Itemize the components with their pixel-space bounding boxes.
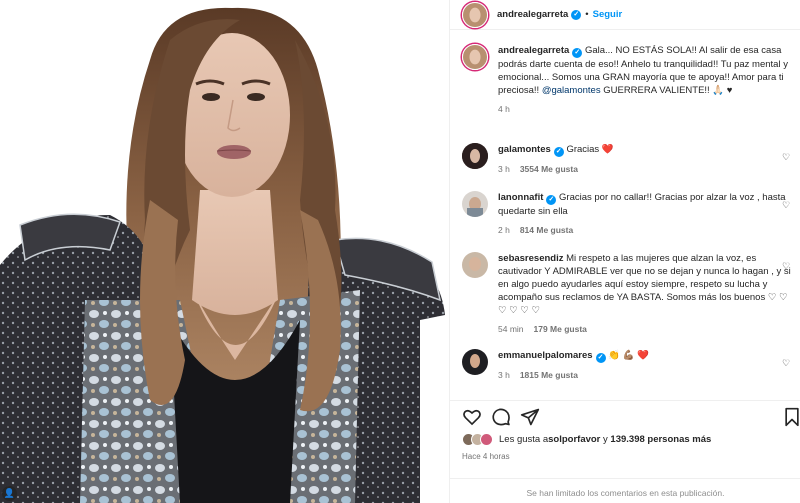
comment-username[interactable]: galamontes	[498, 144, 551, 155]
comment-item: lanonnafit ✓ Gracias por no callar!! Grac…	[462, 191, 792, 237]
post-time[interactable]: Hace 4 horas	[462, 452, 510, 461]
comment-avatar[interactable]	[462, 191, 488, 217]
caption-mention[interactable]: @galamontes	[542, 85, 601, 96]
comment-username[interactable]: lanonnafit	[498, 192, 543, 203]
like-comment-heart-icon[interactable]: ♡	[782, 200, 792, 210]
post-image[interactable]: 👤	[0, 0, 449, 503]
share-icon[interactable]	[520, 407, 540, 427]
comment-icon[interactable]	[491, 407, 511, 427]
user-tag-icon[interactable]: 👤	[2, 486, 17, 501]
caption-text-post: GUERRERA VALIENTE!! 🙏🏻 ♥	[600, 85, 733, 96]
comments-limited-notice: Se han limitado los comentarios en esta …	[450, 478, 800, 503]
like-comment-heart-icon[interactable]: ♡	[782, 152, 792, 162]
comment-time[interactable]: 2 h	[498, 225, 510, 235]
caption-time[interactable]: 4 h	[498, 104, 510, 114]
likes-middle: y	[600, 434, 611, 445]
bookmark-icon[interactable]	[782, 407, 800, 427]
caption-username[interactable]: andrealegarreta	[498, 45, 569, 56]
verified-icon: ✓	[572, 48, 583, 58]
comment-avatar[interactable]	[462, 349, 488, 375]
likes-user[interactable]: solporfavor	[548, 434, 600, 445]
verified-icon: ✓	[595, 353, 606, 363]
comment-item: galamontes ✓ Gracias ❤️ 3 h 3554 Me gusta …	[462, 143, 792, 176]
post-header: andrealegarreta ✓ • Seguir	[450, 0, 800, 30]
comment-avatar[interactable]	[462, 143, 488, 169]
comment-likes[interactable]: 814 Me gusta	[520, 225, 573, 235]
comment-time[interactable]: 3 h	[498, 370, 510, 380]
comments-list[interactable]: andrealegarreta ✓ Gala... NO ESTÁS SOLA!!…	[450, 31, 800, 399]
liker-avatar	[480, 433, 493, 446]
comment-likes[interactable]: 1815 Me gusta	[520, 370, 578, 380]
comment-text: Gracias ❤️	[566, 144, 614, 155]
separator: •	[585, 9, 589, 20]
comment-likes[interactable]: 179 Me gusta	[534, 324, 587, 334]
heart-icon[interactable]	[462, 407, 482, 427]
post-actions	[450, 400, 800, 430]
post-photo	[0, 7, 445, 503]
comment-item: sebasresendiz Mi respeto a las mujeres q…	[462, 252, 792, 336]
comment-text: 👏 💪🏽 ❤️	[608, 350, 649, 361]
verified-icon: ✓	[553, 147, 564, 157]
likes-prefix: Les gusta a	[499, 434, 549, 445]
caption-avatar[interactable]	[462, 44, 488, 70]
follow-button[interactable]: Seguir	[593, 9, 623, 20]
author-avatar[interactable]	[462, 1, 488, 28]
likes-count[interactable]: 139.398 personas más	[610, 434, 711, 445]
post-panel: andrealegarreta ✓ • Seguir andrealegarre…	[449, 0, 800, 503]
comment-likes[interactable]: 3554 Me gusta	[520, 164, 578, 174]
comment-time[interactable]: 54 min	[498, 324, 524, 334]
comment-time[interactable]: 3 h	[498, 164, 510, 174]
likes-summary[interactable]: Les gusta a solporfavor y 139.398 person…	[462, 433, 711, 446]
comment-username[interactable]: sebasresendiz	[498, 253, 563, 264]
verified-icon: ✓	[571, 9, 582, 20]
verified-icon: ✓	[546, 195, 557, 205]
author-username[interactable]: andrealegarreta	[497, 9, 568, 20]
comment-avatar[interactable]	[462, 252, 488, 278]
comment-username[interactable]: emmanuelpalomares	[498, 350, 593, 361]
like-comment-heart-icon[interactable]: ♡	[782, 358, 792, 368]
comment-item: emmanuelpalomares ✓ 👏 💪🏽 ❤️ 3 h 1815 Me gu…	[462, 349, 792, 382]
caption: andrealegarreta ✓ Gala... NO ESTÁS SOLA!!…	[462, 44, 792, 116]
like-comment-heart-icon[interactable]: ♡	[782, 261, 792, 271]
